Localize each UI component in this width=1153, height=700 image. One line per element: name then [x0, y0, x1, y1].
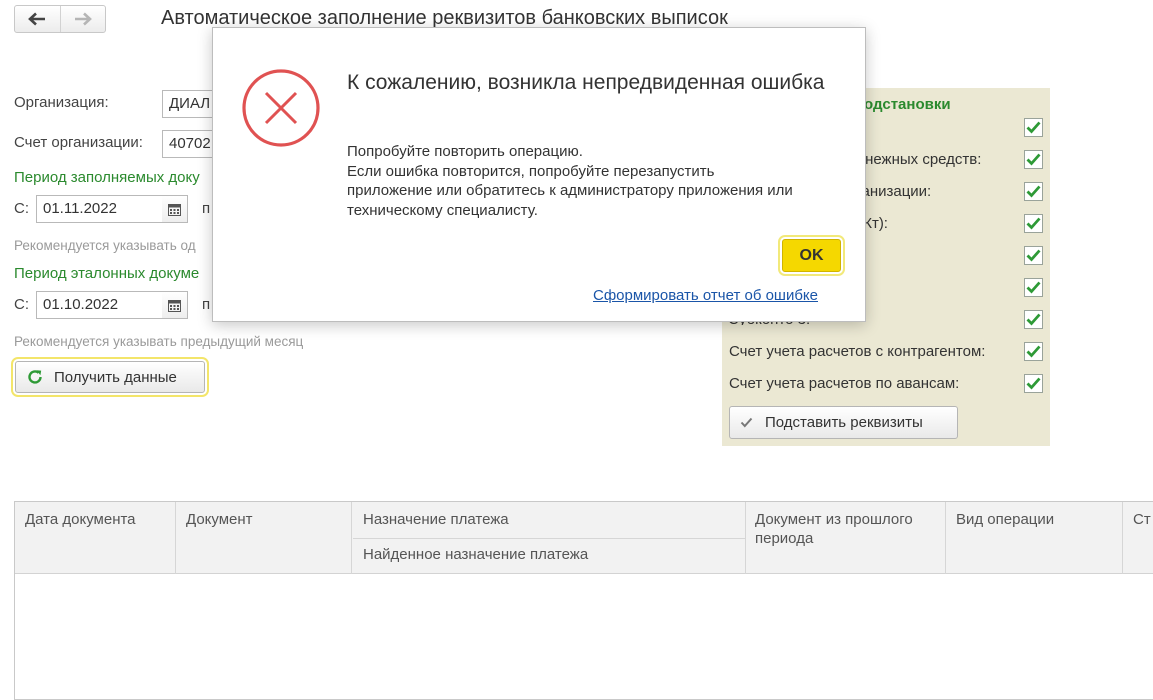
panel-checkbox[interactable]	[1024, 374, 1043, 393]
panel-checkbox[interactable]	[1024, 150, 1043, 169]
refresh-icon	[28, 370, 42, 384]
panel-checkbox[interactable]	[1024, 118, 1043, 137]
fill-period-title: Период заполняемых доку	[14, 169, 200, 186]
ref-date-field[interactable]: 01.10.2022	[36, 291, 163, 319]
panel-title: подстановки	[855, 96, 951, 113]
checkmark-icon	[1026, 313, 1041, 326]
calendar-icon	[168, 299, 181, 312]
panel-checkbox[interactable]	[1024, 182, 1043, 201]
panel-checkbox[interactable]	[1024, 278, 1043, 297]
apply-details-label: Подставить реквизиты	[765, 414, 923, 431]
column-header-document[interactable]: Документ	[176, 502, 351, 537]
check-icon	[740, 417, 753, 428]
panel-row-label: Счет учета расчетов с контрагентом:	[729, 343, 986, 360]
column-header-purpose[interactable]: Назначение платежа	[353, 502, 745, 537]
checkmark-icon	[1026, 185, 1041, 198]
dialog-message-line: приложение или обратитесь к администрато…	[347, 182, 793, 199]
dialog-message: Попробуйте повторить операцию. Если ошиб…	[347, 142, 847, 220]
apply-details-button[interactable]: Подставить реквизиты	[729, 406, 958, 439]
calendar-icon	[168, 203, 181, 216]
error-x-icon	[242, 69, 320, 147]
arrow-left-icon	[28, 12, 46, 26]
dialog-message-line: техническому специалисту.	[347, 201, 538, 219]
column-header-prev-document[interactable]: Документ из прошлого периода	[745, 502, 945, 556]
ref-period-title: Период эталонных докуме	[14, 265, 200, 282]
organization-label: Организация:	[14, 94, 109, 111]
panel-checkbox[interactable]	[1024, 310, 1043, 329]
dialog-message-line: Если ошибка повторится, попробуйте перез…	[347, 162, 715, 180]
dialog-message-line: Попробуйте повторить операцию.	[347, 143, 583, 160]
fill-from-label: С:	[14, 200, 29, 217]
column-header-date[interactable]: Дата документа	[15, 502, 175, 537]
column-header-account[interactable]: Ст	[1123, 502, 1153, 537]
panel-row-label: Счет учета расчетов по авансам:	[729, 375, 960, 392]
documents-table[interactable]: Дата документа Документ Назначение плате…	[14, 501, 1153, 700]
ref-from-label: С:	[14, 296, 29, 313]
ref-to-label: п	[202, 296, 211, 313]
dialog-title: К сожалению, возникла непредвиденная оши…	[347, 71, 825, 94]
checkmark-icon	[1026, 249, 1041, 262]
panel-checkbox[interactable]	[1024, 214, 1043, 233]
panel-checkbox[interactable]	[1024, 342, 1043, 361]
back-button[interactable]	[15, 6, 60, 32]
checkmark-icon	[1026, 377, 1041, 390]
get-data-button[interactable]: Получить данные	[11, 357, 209, 397]
checkmark-icon	[1026, 121, 1041, 134]
arrow-right-icon	[74, 12, 92, 26]
account-label: Счет организации:	[14, 134, 143, 151]
column-header-found-purpose[interactable]: Найденное назначение платежа	[353, 537, 745, 572]
fill-date-field[interactable]: 01.11.2022	[36, 195, 163, 223]
checkmark-icon	[1026, 281, 1041, 294]
error-report-link[interactable]: Сформировать отчет об ошибке	[593, 287, 818, 304]
ok-button[interactable]: OK	[778, 235, 845, 276]
forward-button[interactable]	[59, 6, 105, 32]
fill-hint: Рекомендуется указывать од	[14, 238, 196, 253]
ref-calendar-button[interactable]	[162, 291, 188, 319]
get-data-label: Получить данные	[54, 368, 177, 386]
history-nav	[14, 5, 106, 33]
panel-row-label: денежных средств:	[848, 151, 982, 168]
fill-to-label: п	[202, 200, 211, 217]
ref-hint: Рекомендуется указывать предыдущий месяц	[14, 334, 304, 349]
fill-calendar-button[interactable]	[162, 195, 188, 223]
checkmark-icon	[1026, 153, 1041, 166]
panel-checkbox[interactable]	[1024, 246, 1043, 265]
checkmark-icon	[1026, 345, 1041, 358]
table-header: Дата документа Документ Назначение плате…	[15, 502, 1153, 574]
error-dialog: К сожалению, возникла непредвиденная оши…	[212, 27, 866, 322]
checkmark-icon	[1026, 217, 1041, 230]
column-header-operation-type[interactable]: Вид операции	[946, 502, 1122, 537]
